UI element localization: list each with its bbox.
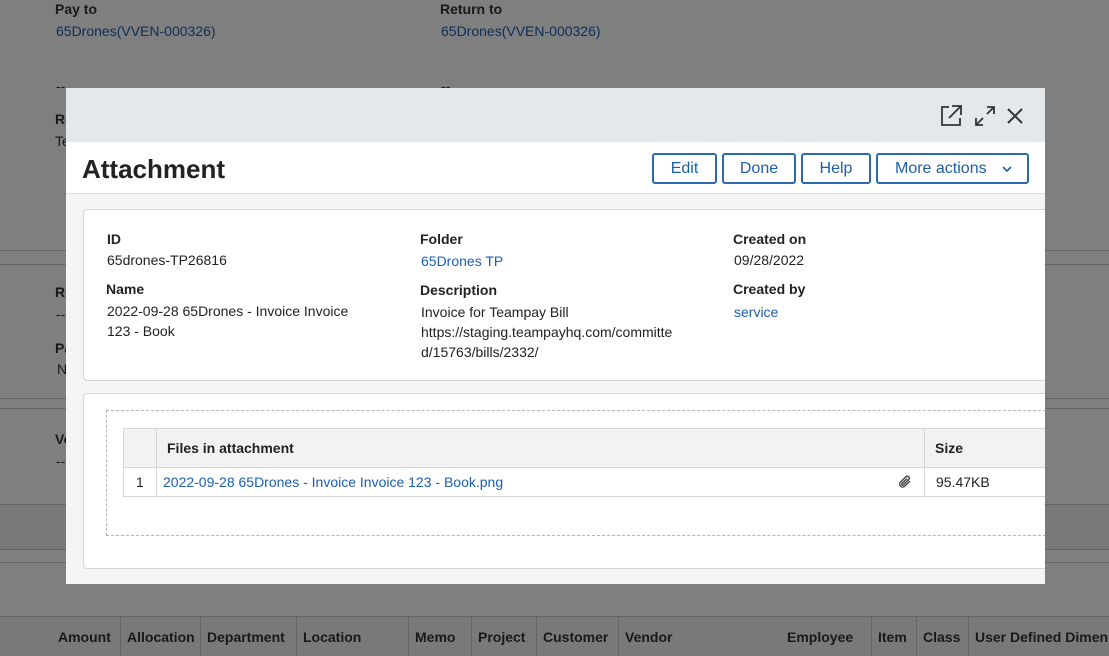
- files-dropzone[interactable]: Files in attachment Size 1 2022-09-28 65…: [106, 410, 1045, 536]
- files-card: Files in attachment Size 1 2022-09-28 65…: [83, 393, 1045, 569]
- col-divider: [924, 429, 925, 467]
- attachment-modal: Attachment Edit Done Help More actions I…: [66, 88, 1045, 584]
- files-table-header: Files in attachment Size: [123, 428, 1045, 468]
- paperclip-icon[interactable]: [897, 468, 913, 496]
- help-button[interactable]: Help: [801, 153, 871, 184]
- id-value: 65drones-TP26816: [107, 252, 227, 268]
- created-on-label: Created on: [733, 231, 807, 247]
- more-actions-label: More actions: [895, 159, 987, 177]
- close-icon[interactable]: [1001, 102, 1029, 130]
- name-value-line2: 123 - Book: [107, 323, 175, 339]
- description-line3: d/15763/bills/2332/: [421, 344, 539, 360]
- done-button[interactable]: Done: [722, 153, 796, 184]
- description-line2: https://staging.teampayhq.com/committe: [421, 324, 673, 340]
- external-link-icon[interactable]: [937, 102, 965, 130]
- details-card: ID 65drones-TP26816 Name 2022-09-28 65Dr…: [83, 209, 1045, 381]
- row-number: 1: [136, 474, 144, 490]
- page-title: Attachment: [82, 154, 226, 184]
- table-row: 1 2022-09-28 65Drones - Invoice Invoice …: [123, 468, 1045, 497]
- file-link[interactable]: 2022-09-28 65Drones - Invoice Invoice 12…: [163, 468, 503, 496]
- description-line1: Invoice for Teampay Bill: [421, 304, 569, 320]
- file-size: 95.47KB: [936, 474, 990, 490]
- more-actions-button[interactable]: More actions: [876, 153, 1029, 184]
- name-label: Name: [106, 281, 145, 297]
- col-divider: [156, 468, 157, 496]
- name-value-line1: 2022-09-28 65Drones - Invoice Invoice: [107, 303, 349, 319]
- edit-button[interactable]: Edit: [652, 153, 717, 184]
- description-label: Description: [420, 282, 498, 298]
- chevron-down-icon: [1001, 162, 1013, 180]
- col-files-header[interactable]: Files in attachment: [167, 429, 294, 467]
- folder-label: Folder: [420, 231, 463, 247]
- col-divider: [156, 429, 157, 467]
- col-divider: [924, 468, 925, 496]
- id-label: ID: [107, 231, 121, 247]
- col-size-header[interactable]: Size: [935, 429, 963, 467]
- created-by-link[interactable]: service: [734, 304, 778, 320]
- modal-header: Attachment Edit Done Help More actions: [66, 142, 1045, 194]
- expand-icon[interactable]: [971, 102, 999, 130]
- modal-topbar: [66, 88, 1045, 142]
- folder-link[interactable]: 65Drones TP: [421, 253, 503, 269]
- created-on-value: 09/28/2022: [734, 252, 805, 268]
- created-by-label: Created by: [733, 281, 806, 297]
